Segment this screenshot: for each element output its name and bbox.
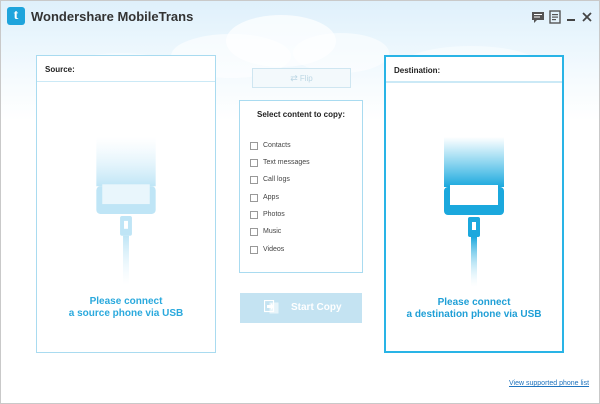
checkbox-videos[interactable]: Videos [250, 245, 284, 257]
destination-phone-usb-icon [444, 137, 504, 287]
window-title: Wondershare MobileTrans [31, 9, 194, 24]
content-selection-title: Select content to copy: [256, 110, 345, 119]
minimize-icon[interactable] [564, 10, 578, 24]
close-icon[interactable] [580, 10, 594, 24]
source-connect-line1: Please connect [89, 296, 163, 307]
destination-connect-message: Please connect a destination phone via U… [386, 297, 562, 321]
source-connect-message: Please connect a source phone via USB [37, 296, 215, 320]
checkbox-text-messages[interactable]: Text messages [250, 158, 310, 170]
checkbox-photos[interactable]: Photos [250, 210, 285, 222]
checkbox-icon[interactable] [250, 194, 258, 202]
destination-heading: Destination: [386, 57, 562, 83]
content-selection-box: Select content to copy: Contacts Text me… [239, 100, 363, 273]
checkbox-icon[interactable] [250, 176, 258, 184]
flip-button[interactable]: ⇄ Flip [252, 68, 351, 88]
checkbox-icon[interactable] [250, 228, 258, 236]
flip-arrows-icon: ⇄ [290, 73, 298, 83]
destination-connect-line1: Please connect [437, 297, 511, 308]
checkbox-icon[interactable] [250, 159, 258, 167]
app-logo-icon: t [7, 7, 25, 25]
app-window: t Wondershare MobileTrans Source: Please… [0, 0, 600, 404]
copy-transfer-icon [264, 300, 279, 314]
destination-connect-line2: a destination phone via USB [406, 309, 542, 320]
source-heading: Source: [37, 56, 215, 82]
checkbox-apps[interactable]: Apps [250, 193, 279, 205]
view-supported-phones-link[interactable]: View supported phone list [509, 380, 589, 387]
checkbox-contacts[interactable]: Contacts [250, 141, 291, 153]
source-panel: Source: Please connect a source phone vi… [36, 55, 216, 353]
feedback-icon[interactable] [531, 10, 545, 24]
title-bar: t Wondershare MobileTrans [1, 1, 599, 33]
destination-panel: Destination: Please connect a destinatio… [384, 55, 564, 353]
register-icon[interactable] [548, 10, 562, 24]
checkbox-icon[interactable] [250, 142, 258, 150]
start-copy-label: Start Copy [291, 302, 342, 313]
checkbox-call-logs[interactable]: Call logs [250, 175, 290, 187]
checkbox-icon[interactable] [250, 211, 258, 219]
source-phone-usb-icon [96, 136, 156, 286]
start-copy-button[interactable]: Start Copy [240, 293, 362, 323]
flip-label: Flip [299, 74, 313, 83]
source-connect-line2: a source phone via USB [68, 308, 184, 319]
checkbox-music[interactable]: Music [250, 227, 281, 239]
checkbox-icon[interactable] [250, 246, 258, 254]
